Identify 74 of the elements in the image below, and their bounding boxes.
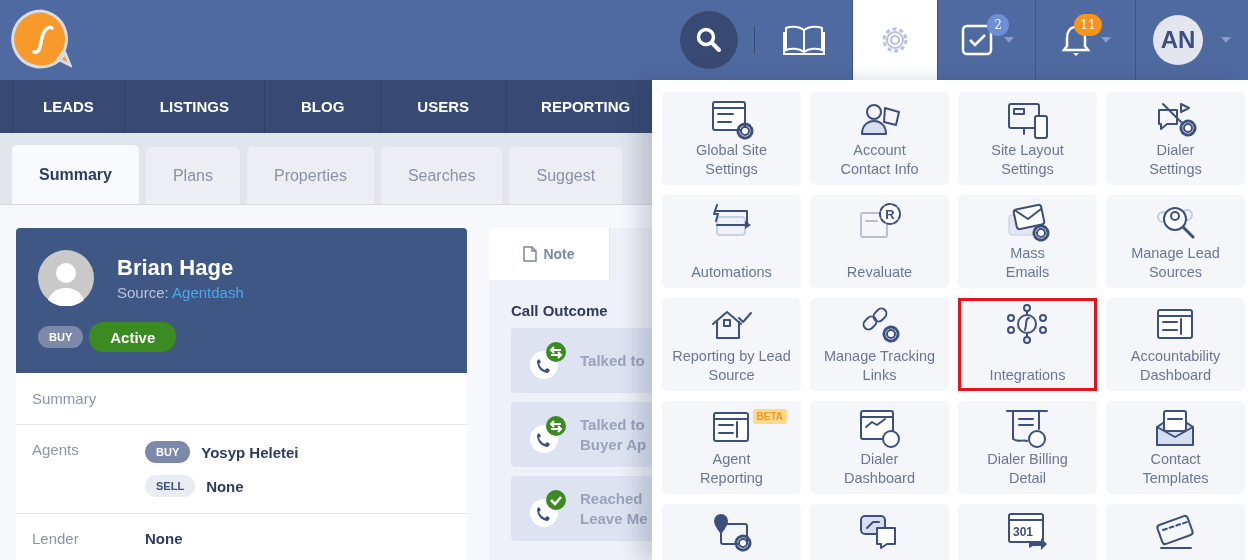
menu-tile[interactable]: Manage Lead Sources: [1106, 195, 1245, 288]
tile-label: Mass Emails: [1005, 244, 1050, 282]
tile-label: Dialer Settings: [1149, 141, 1202, 179]
tile-label: Site Layout Settings: [991, 141, 1064, 179]
menu-tile[interactable]: BETA Agent Reporting: [662, 401, 801, 494]
tile-label: Manage Tracking Links: [823, 347, 936, 385]
source-link[interactable]: Agentdash: [172, 284, 244, 301]
outcome-text: Talked to: [580, 414, 646, 435]
tile-label: Revaluate: [846, 263, 913, 282]
field-label: Agents: [32, 441, 80, 460]
outcome-text: Leave Me: [580, 508, 648, 529]
tab[interactable]: Properties: [246, 147, 374, 204]
menu-tile[interactable]: Manage Tracking Links: [810, 298, 949, 391]
menu-tile[interactable]: Reporting by Lead Source: [662, 298, 801, 391]
section-label: Summary: [32, 390, 98, 407]
tile-label: Manage Lead Sources: [1131, 244, 1220, 282]
menu-tile[interactable]: Global Site Settings: [662, 92, 801, 185]
search-icon: [695, 26, 723, 54]
menu-tile[interactable]: Dialer Dashboard: [810, 401, 949, 494]
tab[interactable]: Plans: [145, 147, 240, 204]
menu-tile[interactable]: Account Contact Info: [810, 92, 949, 185]
account-button[interactable]: AN: [1135, 0, 1248, 80]
tile-label: Reporting by Lead Source: [672, 347, 791, 385]
outcome-text: Reached: [580, 488, 644, 509]
book-icon: [782, 24, 825, 56]
tile-label: Contact Templates: [1142, 450, 1209, 488]
document-icon: [523, 246, 538, 262]
outcome-text: Buyer Ap: [580, 434, 647, 455]
beta-badge: BETA: [752, 409, 787, 424]
checkbox-icon: [959, 23, 994, 57]
menu-tile[interactable]: Integrations: [958, 298, 1097, 391]
menu-tile[interactable]: Automations: [662, 195, 801, 288]
menu-tile[interactable]: Dialer Billing Detail: [958, 401, 1097, 494]
menu-tile[interactable]: 301: [958, 504, 1097, 560]
avatar-icon: [38, 250, 94, 306]
tile-label: Integrations: [989, 366, 1066, 385]
menu-tile[interactable]: Site Layout Settings: [958, 92, 1097, 185]
role-tag: SELL: [145, 475, 196, 497]
caret-icon: [1003, 37, 1014, 43]
type-tag: BUY: [38, 326, 84, 348]
logo[interactable]: [10, 8, 72, 70]
field-label: Lender: [32, 530, 80, 547]
user-avatar: AN: [1153, 15, 1203, 65]
tab[interactable]: Suggest: [509, 147, 623, 204]
menu-tile[interactable]: Dialer Settings: [1106, 92, 1245, 185]
phone-transfer-icon: [528, 340, 568, 381]
lead-source: Source: Agentdash: [117, 284, 244, 301]
count-badge: 2: [987, 14, 1009, 36]
status-button[interactable]: Active: [89, 322, 177, 352]
outcome-text: Talked to: [580, 350, 645, 371]
phone-transfer-icon: [528, 414, 568, 455]
lead-name: Brian Hage: [117, 255, 235, 281]
tile-label: Dialer Dashboard: [844, 450, 915, 488]
tab[interactable]: Searches: [380, 147, 503, 204]
role-tag: BUY: [145, 441, 191, 463]
agent-name: Yosyp Heletei: [201, 443, 299, 461]
menu-tile[interactable]: Accountability Dashboard: [1106, 298, 1245, 391]
count-badge: 11: [1074, 14, 1102, 36]
menu-tile[interactable]: Contact Templates: [1106, 401, 1245, 494]
note-tab[interactable]: Note: [489, 228, 610, 280]
caret-icon: [1100, 37, 1111, 43]
phone-check-icon: [528, 488, 568, 529]
menu-tile[interactable]: R Revaluate: [810, 195, 949, 288]
menu-tile[interactable]: Mass Emails: [958, 195, 1097, 288]
tile-label: Dialer Billing Detail: [987, 450, 1068, 488]
tile-label: Account Contact Info: [840, 141, 919, 179]
lender-value: None: [145, 530, 183, 547]
section-title: Call Outcome: [510, 301, 609, 319]
tab[interactable]: Summary: [12, 145, 139, 204]
tile-label: Global Site Settings: [696, 141, 767, 179]
caret-icon: [1221, 37, 1231, 43]
tile-label: Accountability Dashboard: [1130, 347, 1221, 385]
agent-name: None: [206, 477, 244, 495]
tile-label: Automations: [691, 263, 772, 282]
